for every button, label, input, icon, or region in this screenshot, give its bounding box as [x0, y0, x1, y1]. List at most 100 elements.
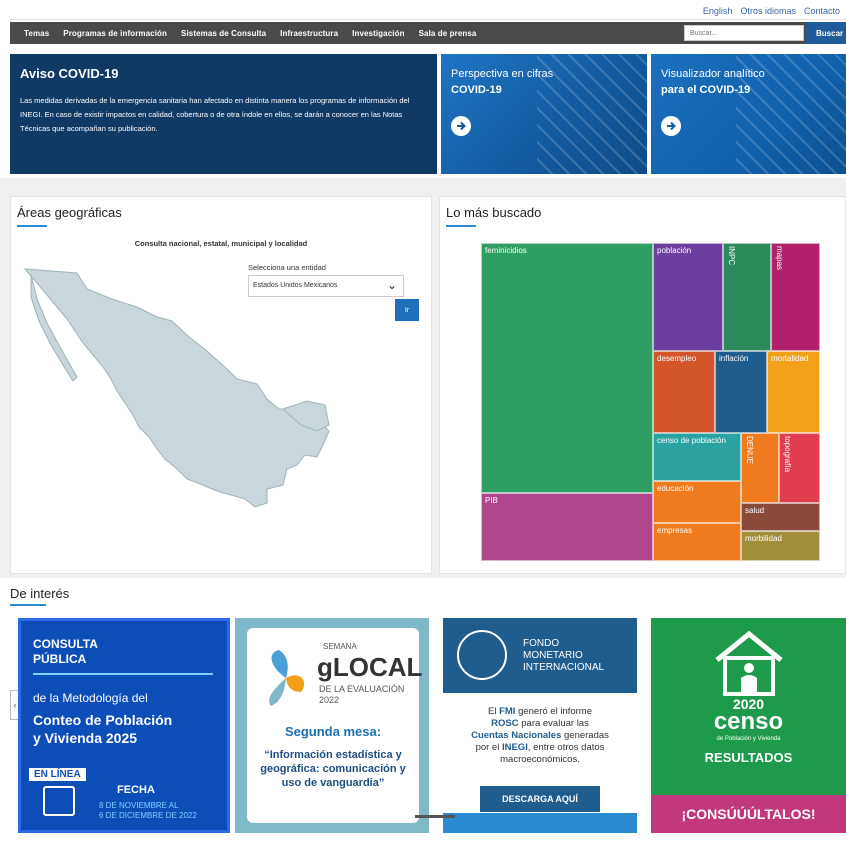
nav-item-sistemas[interactable]: Sistemas de Consulta	[181, 29, 266, 38]
download-button[interactable]: DESCARGA AQUÍ	[480, 786, 600, 812]
covid-notice-title: Aviso COVID-19	[20, 66, 119, 81]
tile-salud[interactable]: salud	[741, 503, 820, 531]
nav-item-temas[interactable]: Temas	[24, 29, 49, 38]
consulta-dates: 8 DE NOVIEMBRE AL 6 DE DICIEMBRE DE 2022	[99, 801, 197, 821]
search-input[interactable]	[684, 25, 804, 41]
most-searched-title: Lo más buscado	[446, 205, 542, 220]
arrow-right-icon[interactable]	[451, 116, 471, 136]
consulta-line2: PÚBLICA	[33, 652, 87, 666]
fmi-org1: FONDO	[523, 638, 560, 649]
en-linea-badge: EN LÍNEA	[29, 768, 86, 781]
fmi-org3: INTERNACIONAL	[523, 662, 605, 673]
tile-mortalidad[interactable]: mortalidad	[767, 351, 820, 433]
perspectiva-line2: COVID-19	[451, 84, 502, 96]
tile-feminicidios[interactable]: feminicidios	[481, 243, 653, 493]
glocal-name: gLOCAL	[317, 652, 423, 682]
dates-line2: 6 DE DICIEMBRE DE 2022	[99, 811, 197, 820]
tile-censo[interactable]: censo de población	[653, 433, 741, 481]
go-button[interactable]: Ir	[395, 299, 419, 321]
tile-desempleo[interactable]: desempleo	[653, 351, 715, 433]
tile-mapas[interactable]: mapas	[771, 243, 820, 351]
main-nav: Temas Programas de información Sistemas …	[10, 22, 846, 44]
fmi-t-rosc: ROSC	[491, 718, 519, 729]
divider	[10, 19, 846, 20]
fmi-text: El FMI generó el informe ROSC para evalu…	[451, 706, 629, 766]
consultalos-button[interactable]: ¡CONSÚÚÚLTALOS!	[651, 795, 846, 833]
promo-glocal[interactable]: SEMANA gLOCAL DE LA EVALUACIÓN 2022 Segu…	[235, 618, 429, 833]
fmi-t-cuentas: Cuentas Nacionales	[471, 730, 562, 741]
tile-poblacion[interactable]: población	[653, 243, 723, 351]
geo-areas-card: Áreas geográficas Consulta nacional, est…	[10, 196, 432, 574]
tile-inflacion[interactable]: inflación	[715, 351, 767, 433]
tile-label: mapas	[775, 246, 784, 271]
arrow-right-icon[interactable]	[661, 116, 681, 136]
visualizador-line1: Visualizador analítico	[661, 68, 765, 80]
promo-consulta-publica[interactable]: CONSULTA PÚBLICA de la Metodología del C…	[18, 618, 230, 833]
tile-morbilidad[interactable]: morbilidad	[741, 531, 820, 561]
fmi-t1: El	[487, 706, 500, 717]
fmi-t3: para evaluar las	[518, 718, 589, 729]
glocal-subtitle: DE LA EVALUACIÓN 2022	[319, 684, 404, 706]
fmi-org2: MONETARIO	[523, 650, 583, 661]
english-link[interactable]: English	[703, 6, 733, 16]
tile-pib[interactable]: PIB	[481, 493, 653, 561]
title-underline	[17, 225, 47, 227]
chevron-down-icon: ⌄	[386, 278, 397, 292]
fmi-t4: generadas	[561, 730, 609, 741]
fmi-header: FONDO MONETARIO INTERNACIONAL	[443, 618, 637, 693]
tile-label: INPC	[727, 246, 736, 266]
other-languages-link[interactable]: Otros idiomas	[740, 6, 796, 16]
contact-link[interactable]: Contacto	[804, 6, 840, 16]
page: English Otros idiomas Contacto Temas Pro…	[0, 0, 846, 842]
fmi-t7: macroeconómicos.	[500, 754, 580, 765]
tile-educacion[interactable]: educación	[653, 481, 741, 523]
promo-censo[interactable]: 2020 censo de Población y Vivienda RESUL…	[651, 618, 846, 833]
glocal-quote: “Información estadística y geográfica: c…	[260, 749, 406, 789]
visualizador-banner[interactable]: Visualizador analítico para el COVID-19	[651, 54, 846, 174]
geo-areas-title: Áreas geográficas	[17, 205, 122, 220]
perspectiva-banner[interactable]: Perspectiva en cifras COVID-19	[441, 54, 647, 174]
entity-select[interactable]: Estados Unidos Mexicanos ⌄	[248, 275, 404, 297]
fmi-t-fmi: FMI	[499, 706, 516, 717]
glocal-panel: SEMANA gLOCAL DE LA EVALUACIÓN 2022 Segu…	[247, 628, 423, 823]
title-underline	[10, 604, 46, 606]
tile-denue[interactable]: DENUE	[741, 433, 779, 503]
promo-fmi[interactable]: FONDO MONETARIO INTERNACIONAL El FMI gen…	[443, 618, 637, 833]
glocal-semana: SEMANA	[323, 642, 357, 651]
covid-notice-banner: Aviso COVID-19 Las medidas derivadas de …	[10, 54, 437, 174]
geo-subtitle: Consulta nacional, estatal, municipal y …	[134, 239, 308, 248]
consulta-line5: y Vivienda 2025	[33, 730, 138, 746]
tile-label: DENUE	[745, 436, 754, 465]
fmi-t5: por el	[475, 742, 502, 753]
search-button[interactable]: Buscar	[806, 22, 846, 44]
fmi-org-name: FONDO MONETARIO INTERNACIONAL	[523, 638, 604, 674]
nav-item-infraestructura[interactable]: Infraestructura	[280, 29, 338, 38]
divider	[33, 673, 213, 675]
entity-select-value: Estados Unidos Mexicanos	[253, 282, 338, 289]
censo-sub: de Población y Vivienda	[716, 736, 781, 742]
glocal-logo-icon	[269, 650, 305, 706]
tile-empresas[interactable]: empresas	[653, 523, 741, 561]
tile-label: topografía	[783, 436, 792, 473]
glocal-mesa: Segunda mesa:	[284, 724, 382, 739]
fecha-label: FECHA	[117, 784, 155, 796]
select-entity-label: Selecciona una entidad	[248, 263, 326, 272]
interes-title: De interés	[10, 586, 70, 601]
imf-seal-icon	[457, 630, 507, 680]
dates-line1: 8 DE NOVIEMBRE AL	[99, 801, 179, 810]
nav-item-investigacion[interactable]: Investigación	[352, 29, 404, 38]
visualizador-line2: para el COVID-19	[661, 84, 751, 96]
carousel-indicator[interactable]	[415, 815, 455, 818]
most-searched-treemap: feminicidios población INPC mapas desemp…	[481, 243, 820, 561]
consulta-name: Conteo de Población y Vivienda 2025	[33, 711, 172, 747]
most-searched-card: Lo más buscado feminicidios población IN…	[439, 196, 846, 574]
tile-topografia[interactable]: topografía	[779, 433, 820, 503]
fmi-t6: , entre otros datos	[527, 742, 605, 753]
nav-item-programas[interactable]: Programas de información	[63, 29, 167, 38]
fmi-t2: generó el informe	[515, 706, 593, 717]
nav-item-sala-prensa[interactable]: Sala de prensa	[419, 29, 477, 38]
tile-inpc[interactable]: INPC	[723, 243, 771, 351]
censo-name: censo	[713, 708, 784, 735]
decoration	[537, 54, 647, 174]
mexico-map[interactable]	[17, 259, 337, 519]
